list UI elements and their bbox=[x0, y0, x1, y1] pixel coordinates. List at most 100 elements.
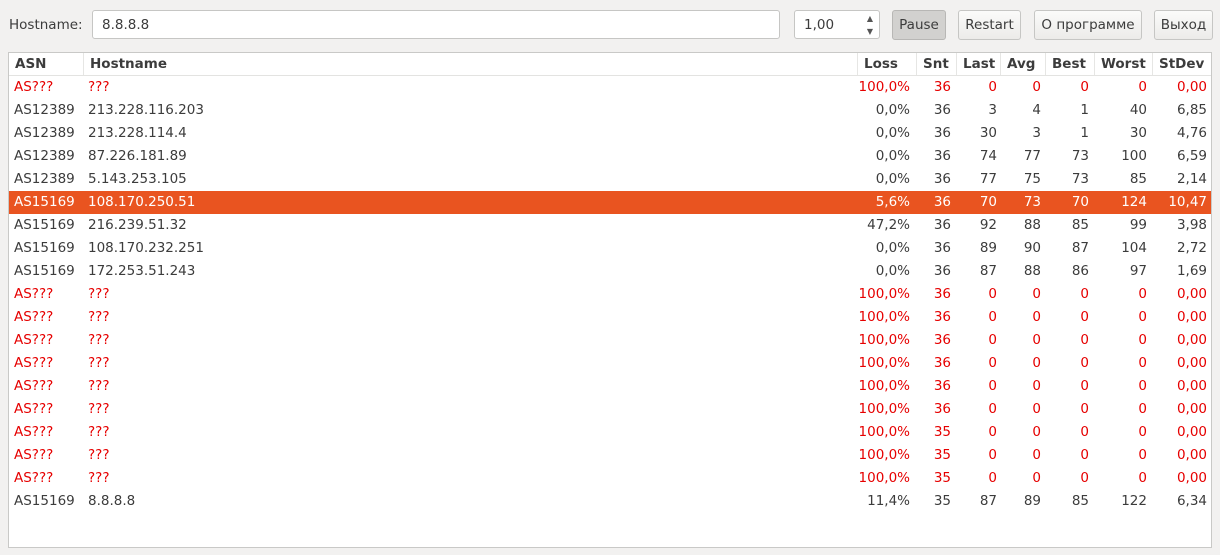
cell-last: 77 bbox=[979, 171, 997, 187]
cell-asn: AS??? bbox=[14, 378, 54, 394]
table-row[interactable]: AS?????? 100,0% 36 0 0 0 0 0,00 bbox=[9, 76, 1211, 99]
cell-best: 70 bbox=[1071, 194, 1089, 210]
cell-worst: 0 bbox=[1138, 309, 1147, 325]
cell-loss: 100,0% bbox=[858, 286, 910, 302]
cell-stdev: 10,47 bbox=[1168, 194, 1207, 210]
cell-asn: AS??? bbox=[14, 79, 54, 95]
cell-worst: 99 bbox=[1129, 217, 1147, 233]
column-header-snt[interactable]: Snt bbox=[916, 53, 956, 75]
cell-last: 30 bbox=[979, 125, 997, 141]
interval-spinbox[interactable]: 1,00 ▲ ▼ bbox=[794, 10, 880, 39]
hostname-input[interactable] bbox=[92, 10, 780, 39]
table-row[interactable]: AS?????? 100,0% 36 0 0 0 0 0,00 bbox=[9, 283, 1211, 306]
cell-last: 0 bbox=[988, 332, 997, 348]
cell-avg: 0 bbox=[1032, 378, 1041, 394]
interval-value[interactable]: 1,00 bbox=[804, 17, 834, 33]
cell-last: 0 bbox=[988, 79, 997, 95]
cell-snt: 36 bbox=[933, 240, 951, 256]
table-row[interactable]: AS15169 216.239.51.32 47,2% 36 92 88 85 99 3,98 bbox=[9, 214, 1211, 237]
cell-asn: AS15169 bbox=[14, 240, 75, 256]
cell-best: 85 bbox=[1071, 493, 1089, 509]
cell-stdev: 0,00 bbox=[1176, 424, 1207, 440]
cell-stdev: 6,34 bbox=[1176, 493, 1207, 509]
cell-worst: 0 bbox=[1138, 401, 1147, 417]
spin-up-icon[interactable]: ▲ bbox=[864, 12, 876, 24]
cell-host: ??? bbox=[88, 286, 110, 302]
cell-host: 216.239.51.32 bbox=[88, 217, 187, 233]
cell-worst: 0 bbox=[1138, 424, 1147, 440]
cell-asn: AS??? bbox=[14, 447, 54, 463]
cell-worst: 122 bbox=[1121, 493, 1147, 509]
about-button[interactable]: О программе bbox=[1034, 10, 1142, 40]
exit-button[interactable]: Выход bbox=[1154, 10, 1213, 40]
column-header-loss[interactable]: Loss bbox=[857, 53, 916, 75]
cell-last: 0 bbox=[988, 401, 997, 417]
spin-down-icon[interactable]: ▼ bbox=[864, 25, 876, 37]
cell-asn: AS15169 bbox=[14, 217, 75, 233]
column-header-stdev[interactable]: StDev bbox=[1152, 53, 1211, 75]
table-row[interactable]: AS?????? 100,0% 36 0 0 0 0 0,00 bbox=[9, 398, 1211, 421]
cell-best: 86 bbox=[1071, 263, 1089, 279]
cell-host: 108.170.250.51 bbox=[88, 194, 196, 210]
cell-host: ??? bbox=[88, 309, 110, 325]
cell-best: 0 bbox=[1080, 447, 1089, 463]
table-row[interactable]: AS12389 213.228.116.203 0,0% 36 3 4 1 40 6,85 bbox=[9, 99, 1211, 122]
cell-loss: 100,0% bbox=[858, 332, 910, 348]
restart-button[interactable]: Restart bbox=[958, 10, 1021, 40]
column-header-asn[interactable]: ASN bbox=[9, 53, 83, 75]
table-row[interactable]: AS?????? 100,0% 35 0 0 0 0 0,00 bbox=[9, 444, 1211, 467]
cell-snt: 36 bbox=[933, 125, 951, 141]
cell-host: ??? bbox=[88, 470, 110, 486]
table-row[interactable]: AS?????? 100,0% 35 0 0 0 0 0,00 bbox=[9, 467, 1211, 490]
table-row[interactable]: AS?????? 100,0% 36 0 0 0 0 0,00 bbox=[9, 306, 1211, 329]
table-row[interactable]: AS15169 108.170.232.251 0,0% 36 89 90 87 104 2,7… bbox=[9, 237, 1211, 260]
column-header-last[interactable]: Last bbox=[956, 53, 1000, 75]
cell-asn: AS??? bbox=[14, 470, 54, 486]
cell-last: 92 bbox=[979, 217, 997, 233]
cell-avg: 88 bbox=[1023, 217, 1041, 233]
cell-best: 0 bbox=[1080, 79, 1089, 95]
cell-avg: 90 bbox=[1023, 240, 1041, 256]
column-header-avg[interactable]: Avg bbox=[1000, 53, 1045, 75]
cell-host: ??? bbox=[88, 401, 110, 417]
cell-worst: 124 bbox=[1121, 194, 1147, 210]
cell-stdev: 6,85 bbox=[1176, 102, 1207, 118]
cell-asn: AS??? bbox=[14, 424, 54, 440]
cell-stdev: 2,14 bbox=[1176, 171, 1207, 187]
table-row[interactable]: AS15169 172.253.51.243 0,0% 36 87 88 86 97 1,69 bbox=[9, 260, 1211, 283]
column-header-worst[interactable]: Worst bbox=[1094, 53, 1152, 75]
cell-last: 0 bbox=[988, 286, 997, 302]
cell-asn: AS??? bbox=[14, 401, 54, 417]
column-header-best[interactable]: Best bbox=[1045, 53, 1094, 75]
pause-button[interactable]: Pause bbox=[892, 10, 946, 40]
cell-snt: 36 bbox=[933, 171, 951, 187]
table-row[interactable]: AS?????? 100,0% 35 0 0 0 0 0,00 bbox=[9, 421, 1211, 444]
cell-best: 1 bbox=[1080, 102, 1089, 118]
cell-avg: 88 bbox=[1023, 263, 1041, 279]
table-row[interactable]: AS12389 5.143.253.105 0,0% 36 77 75 73 85 2,14 bbox=[9, 168, 1211, 191]
table-row[interactable]: AS15169 108.170.250.51 5,6% 36 70 73 70 124 10,4… bbox=[9, 191, 1211, 214]
table-row[interactable]: AS?????? 100,0% 36 0 0 0 0 0,00 bbox=[9, 352, 1211, 375]
cell-avg: 3 bbox=[1032, 125, 1041, 141]
cell-last: 0 bbox=[988, 470, 997, 486]
cell-snt: 35 bbox=[933, 470, 951, 486]
cell-host: 213.228.116.203 bbox=[88, 102, 204, 118]
table-row[interactable]: AS?????? 100,0% 36 0 0 0 0 0,00 bbox=[9, 329, 1211, 352]
cell-host: 8.8.8.8 bbox=[88, 493, 136, 509]
table-row[interactable]: AS12389 213.228.114.4 0,0% 36 30 3 1 30 4,76 bbox=[9, 122, 1211, 145]
cell-asn: AS15169 bbox=[14, 194, 75, 210]
table-row[interactable]: AS12389 87.226.181.89 0,0% 36 74 77 73 100 6,59 bbox=[9, 145, 1211, 168]
cell-host: 172.253.51.243 bbox=[88, 263, 196, 279]
cell-asn: AS12389 bbox=[14, 148, 75, 164]
cell-avg: 73 bbox=[1023, 194, 1041, 210]
cell-snt: 36 bbox=[933, 332, 951, 348]
cell-host: 108.170.232.251 bbox=[88, 240, 204, 256]
cell-asn: AS??? bbox=[14, 355, 54, 371]
cell-snt: 35 bbox=[933, 447, 951, 463]
table-row[interactable]: AS?????? 100,0% 36 0 0 0 0 0,00 bbox=[9, 375, 1211, 398]
cell-loss: 0,0% bbox=[875, 263, 910, 279]
column-header-hostname[interactable]: Hostname bbox=[83, 53, 857, 75]
cell-last: 0 bbox=[988, 424, 997, 440]
table-row[interactable]: AS15169 8.8.8.8 11,4% 35 87 89 85 122 6,34 bbox=[9, 490, 1211, 513]
cell-best: 0 bbox=[1080, 332, 1089, 348]
